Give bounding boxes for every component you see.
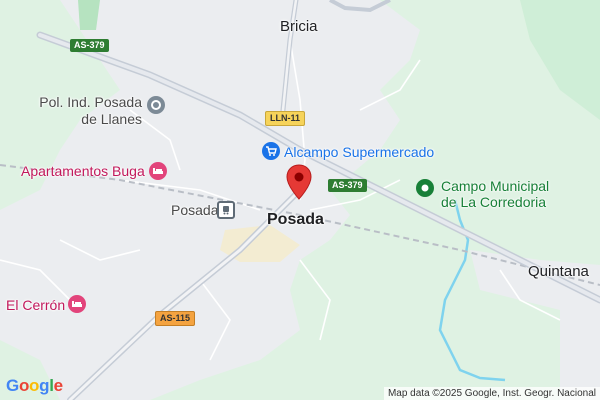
poi-label-station[interactable]: Posada xyxy=(171,202,218,219)
place-label-quintana[interactable]: Quintana xyxy=(528,263,589,280)
poi-label-industrial-line2: de Llanes xyxy=(81,111,142,127)
road-shield-as115: AS-115 xyxy=(155,311,196,326)
poi-label-industrial-line1: Pol. Ind. Posada xyxy=(39,94,142,110)
road-shield-lln11: LLN-11 xyxy=(265,111,306,126)
place-label-posada[interactable]: Posada xyxy=(267,211,324,229)
hotel-icon[interactable] xyxy=(149,162,167,180)
map-attribution[interactable]: Map data ©2025 Google, Inst. Geogr. Naci… xyxy=(383,387,600,400)
hotel-icon[interactable] xyxy=(68,295,86,313)
poi-label-campo-line1: Campo Municipal xyxy=(441,178,550,194)
map-canvas[interactable]: Bricia Posada Quintana AS-379 AS-379 LLN… xyxy=(0,0,600,400)
sports-field-icon[interactable] xyxy=(416,179,434,197)
location-pin-icon[interactable] xyxy=(286,164,312,200)
poi-label-industrial[interactable]: Pol. Ind. Posada de Llanes xyxy=(38,94,142,128)
poi-label-cerron[interactable]: El Cerrón xyxy=(6,297,65,313)
google-logo: Google xyxy=(6,376,63,395)
poi-label-campo[interactable]: Campo Municipal de La Corredoria xyxy=(441,178,549,210)
poi-label-campo-line2: de La Corredoria xyxy=(441,194,547,210)
road-shield-as379: AS-379 xyxy=(328,179,367,192)
train-station-icon[interactable] xyxy=(217,201,235,219)
place-label-bricia[interactable]: Bricia xyxy=(280,18,318,35)
shopping-cart-icon[interactable] xyxy=(262,142,280,160)
poi-label-apartamentos[interactable]: Apartamentos Buga xyxy=(21,163,145,179)
urban-area xyxy=(560,290,600,400)
park-area xyxy=(520,0,600,120)
poi-label-alcampo[interactable]: Alcampo Supermercado xyxy=(284,144,434,160)
road-shield-as379: AS-379 xyxy=(70,39,109,52)
industrial-icon[interactable] xyxy=(147,96,165,114)
